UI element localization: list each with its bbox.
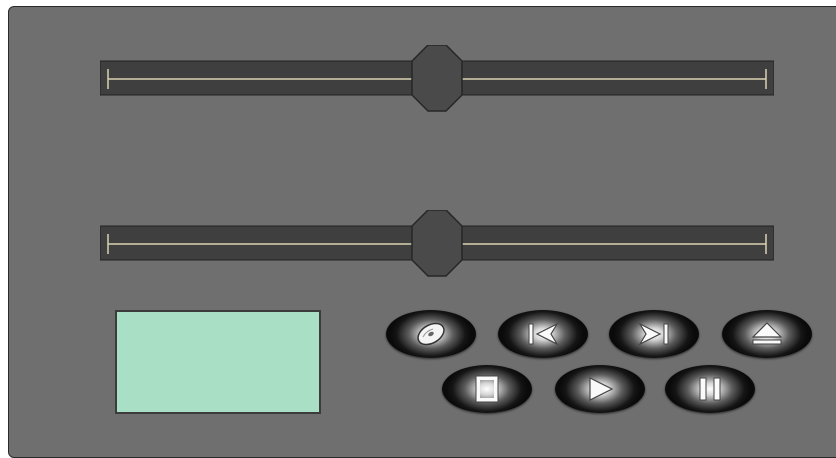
disc-icon (417, 322, 445, 346)
eject-button[interactable] (722, 310, 812, 358)
eject-icon (751, 322, 783, 345)
pause-icon (699, 377, 721, 401)
previous-button[interactable] (498, 310, 588, 358)
pause-button[interactable] (665, 365, 755, 413)
disc-button[interactable] (386, 310, 476, 358)
slider-2-thumb[interactable] (411, 210, 463, 277)
stop-button[interactable] (442, 365, 532, 413)
play-icon (589, 377, 614, 401)
player-panel (8, 6, 836, 458)
slider-1[interactable] (100, 45, 774, 112)
next-button[interactable] (609, 310, 699, 358)
slider-2[interactable] (100, 210, 774, 277)
slider-1-thumb[interactable] (411, 45, 463, 112)
lcd-display (115, 310, 321, 414)
stop-icon (475, 375, 499, 403)
slider-1-graphic (100, 45, 774, 112)
skip-back-icon (528, 322, 559, 346)
slider-2-graphic (100, 210, 774, 277)
skip-forward-icon (638, 322, 669, 346)
play-button[interactable] (555, 365, 645, 413)
